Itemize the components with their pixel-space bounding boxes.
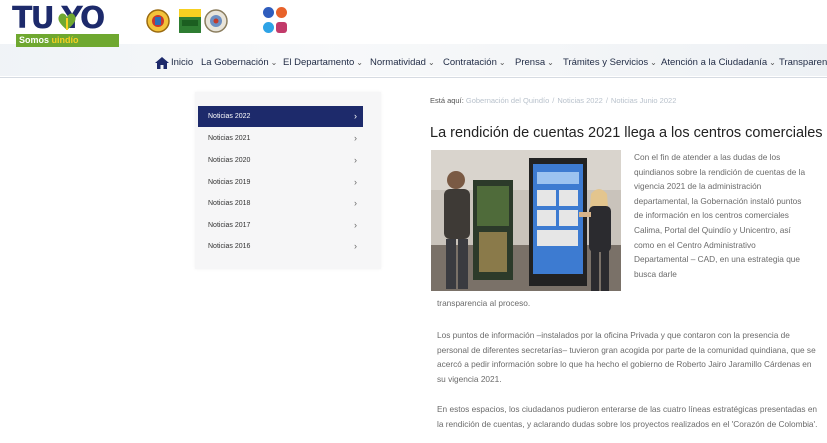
- sidebar-item-label: Noticias 2017: [208, 222, 251, 229]
- sidebar-item-label: Noticias 2020: [208, 157, 251, 164]
- nav-label: Atención a la Ciudadanía: [661, 57, 768, 68]
- nav-label: La Gobernación: [201, 57, 269, 68]
- sidebar-item-noticias-2022[interactable]: Noticias 2022 ›: [198, 106, 363, 127]
- chevron-down-icon: ⌄: [650, 58, 657, 67]
- chevron-down-icon: ⌄: [769, 58, 776, 67]
- nav-label: Transparenc: [779, 57, 827, 68]
- nav-item-contratacion[interactable]: Contratación ⌄: [443, 57, 506, 68]
- sidebar-item-label: Noticias 2019: [208, 179, 251, 186]
- sidebar-item-noticias-2019[interactable]: Noticias 2019 ›: [198, 172, 363, 193]
- instagram-icon[interactable]: [276, 22, 287, 33]
- social-links: [263, 4, 293, 38]
- twitter-icon[interactable]: [263, 22, 274, 33]
- chevron-right-icon: ›: [354, 198, 357, 208]
- breadcrumb-prefix: Está aquí:: [430, 96, 464, 105]
- sidebar-item-noticias-2020[interactable]: Noticias 2020 ›: [198, 150, 363, 171]
- chevron-right-icon: ›: [354, 220, 357, 230]
- sidebar-item-noticias-2016[interactable]: Noticias 2016 ›: [198, 236, 363, 257]
- news-year-sidebar: Noticias 2022 › Noticias 2021 › Noticias 2…: [195, 92, 381, 269]
- chevron-right-icon: ›: [354, 111, 357, 121]
- chevron-down-icon: ⌄: [427, 58, 435, 67]
- chevron-right-icon: ›: [354, 133, 357, 143]
- breadcrumb-separator: /: [552, 96, 555, 105]
- chevron-right-icon: ›: [354, 241, 357, 251]
- article-paragraph-1-end: transparencia al proceso.: [437, 298, 531, 308]
- sidebar-item-label: Noticias 2018: [208, 200, 251, 207]
- breadcrumb-link-noticias-2022[interactable]: Noticias 2022: [557, 96, 602, 105]
- nav-label: Prensa: [515, 57, 546, 68]
- breadcrumb: Está aquí: Gobernación del Quindío / Notic…: [430, 96, 676, 105]
- nav-item-prensa[interactable]: Prensa ⌄: [515, 57, 554, 68]
- article-paragraph-1: Con el fin de atender a las dudas de los…: [634, 152, 806, 279]
- nav-label: Normatividad: [370, 57, 426, 68]
- nav-label: Inicio: [171, 57, 194, 68]
- home-icon[interactable]: [155, 57, 169, 69]
- chevron-down-icon: ⌄: [270, 58, 278, 67]
- nav-divider: [0, 77, 827, 78]
- nav-item-gobernacion[interactable]: La Gobernación ⌄: [201, 57, 277, 68]
- article-paragraph-3: En estos espacios, los ciudadanos pudier…: [437, 404, 818, 429]
- heart-icon: [58, 13, 76, 30]
- chevron-right-icon: ›: [354, 177, 357, 187]
- article-photo: [431, 150, 621, 291]
- facebook-icon[interactable]: [263, 7, 274, 18]
- institutional-emblems: [146, 8, 232, 36]
- chevron-down-icon: ⌄: [498, 58, 506, 67]
- nav-label: El Departamento: [283, 57, 355, 68]
- sidebar-item-noticias-2018[interactable]: Noticias 2018 ›: [198, 193, 363, 214]
- nav-item-tramites[interactable]: Trámites y Servicios ⌄: [563, 57, 657, 68]
- main-navigation: Inicio La Gobernación ⌄ El Departamento ⌄ …: [0, 48, 827, 78]
- logo-tagline: Somos uindío: [16, 34, 119, 47]
- chevron-right-icon: ›: [354, 155, 357, 165]
- nav-item-normatividad[interactable]: Normatividad ⌄: [370, 57, 435, 68]
- nav-label: Trámites y Servicios: [563, 57, 649, 68]
- youtube-icon[interactable]: [276, 7, 287, 18]
- chevron-down-icon: ⌄: [356, 58, 363, 67]
- logo-tagline-left: Somos: [19, 35, 52, 45]
- sidebar-item-label: Noticias 2022: [208, 113, 251, 120]
- sidebar-item-label: Noticias 2021: [208, 135, 251, 142]
- site-logo[interactable]: TU YO Somos uindío: [12, 4, 124, 47]
- chevron-down-icon: ⌄: [547, 58, 554, 67]
- breadcrumb-separator: /: [605, 96, 608, 105]
- sidebar-item-noticias-2021[interactable]: Noticias 2021 ›: [198, 128, 363, 149]
- sidebar-item-noticias-2017[interactable]: Noticias 2017 ›: [198, 215, 363, 236]
- department-flag-icon: [179, 9, 201, 33]
- site-header: TU YO Somos uindío Inicio La Gobernación…: [0, 0, 827, 78]
- seal-icon: [204, 9, 228, 33]
- nav-item-transparencia[interactable]: Transparenc: [779, 57, 827, 68]
- coat-of-arms-icon: [146, 9, 170, 33]
- breadcrumb-link-gobernacion[interactable]: Gobernación del Quindío: [466, 96, 549, 105]
- article-title: La rendición de cuentas 2021 llega a los…: [430, 125, 823, 141]
- nav-item-departamento[interactable]: El Departamento ⌄: [283, 57, 363, 68]
- article-paragraph-2: Los puntos de información –instalados po…: [437, 330, 816, 384]
- sidebar-item-label: Noticias 2016: [208, 243, 251, 250]
- nav-item-inicio[interactable]: Inicio: [171, 57, 193, 68]
- nav-label: Contratación: [443, 57, 497, 68]
- breadcrumb-link-noticias-junio[interactable]: Noticias Junio 2022: [611, 96, 676, 105]
- logo-tagline-right: uindío: [51, 35, 79, 45]
- nav-item-atencion[interactable]: Atención a la Ciudadanía ⌄: [661, 57, 776, 68]
